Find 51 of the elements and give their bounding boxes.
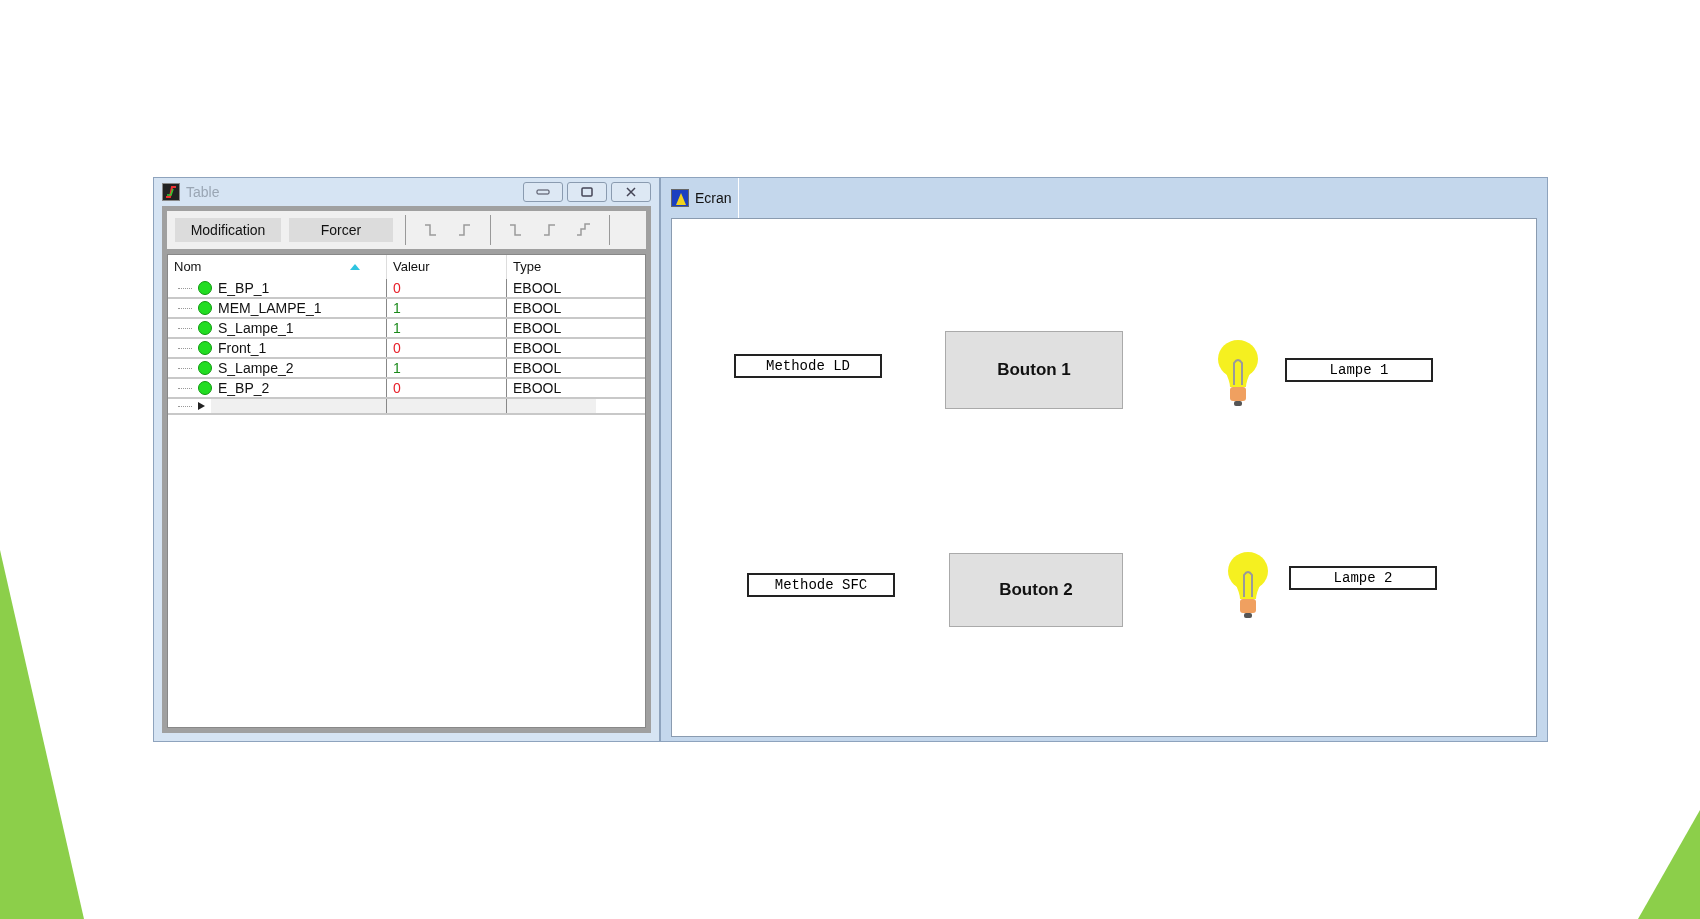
type-cell: EBOOL: [506, 379, 596, 397]
type-cell: EBOOL: [506, 299, 596, 317]
tree-line: [178, 387, 192, 389]
push-button[interactable]: Bouton 1: [945, 331, 1123, 409]
tree-line: [178, 405, 192, 407]
tree-line: [178, 367, 192, 369]
variable-name: S_Lampe_1: [218, 318, 294, 338]
new-row-cell[interactable]: [211, 399, 386, 413]
close-button[interactable]: [611, 182, 651, 202]
maximize-button[interactable]: [567, 182, 607, 202]
lamp-label: Lampe 1: [1285, 358, 1433, 382]
minimize-button[interactable]: [523, 182, 563, 202]
new-row-cell[interactable]: [506, 399, 596, 413]
toolbar-button[interactable]: Forcer: [289, 218, 393, 242]
tree-line: [178, 287, 192, 289]
step-up-icon[interactable]: [575, 221, 593, 239]
sort-arrow-icon: [350, 264, 360, 270]
tree-line: [178, 347, 192, 349]
type-cell: EBOOL: [506, 339, 596, 357]
app-icon: [162, 183, 180, 201]
close-icon: [626, 187, 636, 197]
type-cell: EBOOL: [506, 319, 596, 337]
method-label: Methode SFC: [747, 573, 895, 597]
variable-name: E_BP_1: [218, 278, 270, 298]
column-header[interactable]: Valeur: [386, 255, 506, 279]
value-cell: 1: [386, 359, 506, 377]
type-cell: EBOOL: [506, 279, 596, 297]
value-cell: 0: [386, 279, 506, 297]
push-button[interactable]: Bouton 2: [949, 553, 1123, 627]
method-label: Methode LD: [734, 354, 882, 378]
screen-icon: [671, 189, 689, 207]
window-title: Ecran: [695, 188, 732, 208]
value-cell: 0: [386, 339, 506, 357]
value-cell: 1: [386, 319, 506, 337]
header-label: Nom: [174, 258, 202, 277]
lamp-label: Lampe 2: [1289, 566, 1437, 590]
minimize-icon: [536, 189, 550, 195]
tree-line: [178, 307, 192, 309]
variable-name: Front_1: [218, 338, 267, 358]
value-cell: 1: [386, 299, 506, 317]
variable-name: MEM_LAMPE_1: [218, 298, 322, 318]
toolbar-button[interactable]: Modification: [175, 218, 281, 242]
variable-name: S_Lampe_2: [218, 358, 294, 378]
maximize-icon: [581, 187, 593, 197]
type-cell: EBOOL: [506, 359, 596, 377]
new-row-cell[interactable]: [386, 399, 506, 413]
window-title: Table: [186, 182, 220, 202]
value-cell: 0: [386, 379, 506, 397]
column-header[interactable]: Type: [506, 255, 596, 279]
variable-name: E_BP_2: [218, 378, 270, 398]
tree-line: [178, 327, 192, 329]
